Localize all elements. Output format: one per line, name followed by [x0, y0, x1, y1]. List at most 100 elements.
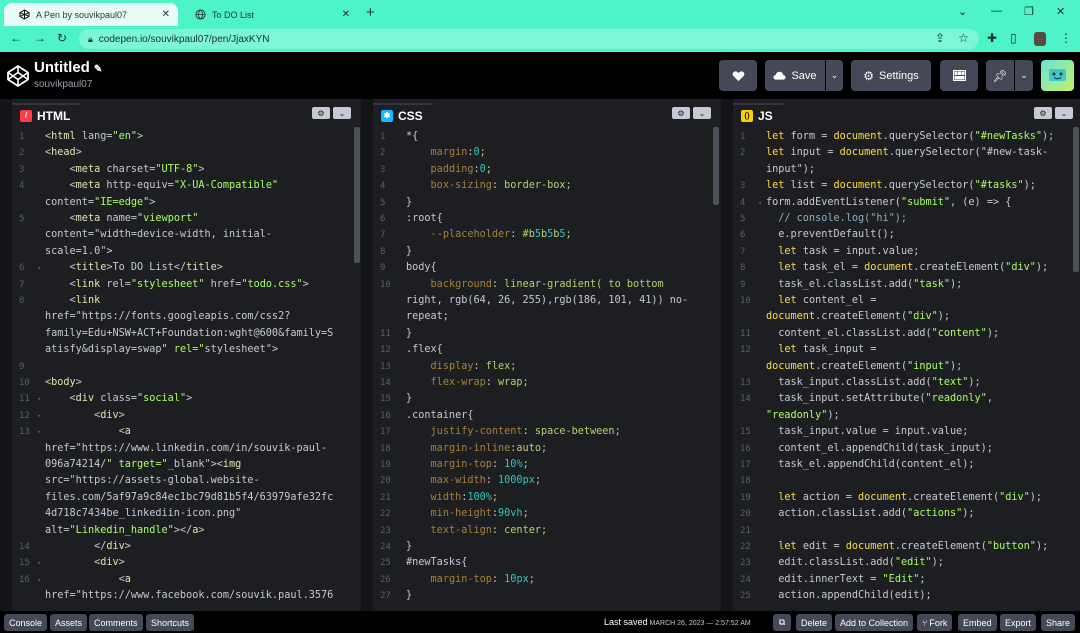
code-line: action.appendChild(edit);: [766, 590, 932, 602]
code-line: <meta http-equiv="X-UA-Compatible": [45, 180, 279, 192]
pane-resizer[interactable]: [721, 99, 733, 611]
edit-pencil-icon[interactable]: ✎: [94, 64, 102, 75]
line-number: 12: [380, 345, 391, 356]
line-number: 4: [19, 181, 25, 192]
save-options-button[interactable]: ⌄: [826, 60, 843, 91]
html-pane-header: / HTML ⚙ ⌄: [12, 99, 361, 126]
css-pane-tab[interactable]: ✱ CSS: [373, 103, 433, 126]
html-code-editor[interactable]: 1 <html lang="en"> 2 <head> 3 <meta charset=…: [12, 126, 361, 611]
code-line: display: flex;: [430, 360, 517, 372]
maximize-icon[interactable]: ❐: [1024, 5, 1034, 18]
close-tab-icon[interactable]: ✕: [162, 9, 170, 20]
code-line: margin-top: 10%;: [430, 459, 529, 470]
forward-icon[interactable]: →: [34, 31, 46, 45]
css-editor-pane: ✱ CSS ⚙ ⌄ 1 *{2 margin:0; 3 padding:0; 4 box…: [373, 99, 721, 611]
line-number: 3: [740, 181, 746, 192]
gear-icon[interactable]: ⚙: [312, 107, 330, 119]
fold-chevron-icon[interactable]: ▾: [37, 555, 41, 571]
export-button[interactable]: Export: [1000, 614, 1037, 631]
url-bar[interactable]: 🔒︎ codepen.io/souvikpaul07/pen/JjaxKYN: [79, 29, 979, 49]
html-scrollbar[interactable]: [354, 127, 360, 263]
pen-title[interactable]: Untitled ✎: [34, 59, 102, 76]
code-line: <html lang="en">: [45, 131, 144, 142]
codepen-logo-icon[interactable]: [6, 64, 30, 88]
bookmark-star-icon[interactable]: ☆: [958, 31, 969, 45]
tab-search-icon[interactable]: ⌄: [958, 5, 967, 18]
code-line: content_el.appendChild(task_input);: [766, 442, 993, 454]
code-line: edit.innerText = "Edit";: [766, 573, 926, 585]
gear-icon: ⚙: [863, 68, 874, 83]
code-line: <head>: [45, 147, 82, 159]
fold-chevron-icon[interactable]: ▾: [37, 572, 41, 588]
line-number: 10: [740, 296, 751, 306]
share-icon[interactable]: ⇪: [935, 31, 945, 45]
tab-codepen[interactable]: A Pen by souvikpaul07 ✕: [4, 3, 178, 26]
comments-button[interactable]: Comments: [89, 614, 143, 631]
add-to-collection-button[interactable]: Add to Collection: [835, 614, 914, 631]
profile-avatar[interactable]: [1034, 32, 1046, 46]
share-button[interactable]: Share: [1041, 614, 1076, 631]
save-button[interactable]: Save: [765, 60, 825, 91]
fold-chevron-icon[interactable]: ▾: [37, 260, 41, 276]
pen-title-text: Untitled: [34, 59, 90, 76]
code-line: }: [406, 541, 413, 552]
line-number: 11: [380, 328, 391, 339]
css-code-editor[interactable]: 1 *{2 margin:0; 3 padding:0; 4 box-sizing: …: [373, 126, 721, 611]
line-number: 6: [740, 230, 746, 241]
delete-button[interactable]: Delete: [796, 614, 833, 631]
line-number: 22: [380, 509, 391, 520]
js-code-editor[interactable]: 1 let form = document.querySelector("#new…: [733, 126, 1080, 611]
pin-options-button[interactable]: ⌄: [1015, 60, 1033, 91]
shortcuts-button[interactable]: Shortcuts: [146, 614, 195, 631]
console-button[interactable]: Console: [4, 614, 48, 631]
heart-button[interactable]: [719, 60, 757, 91]
chevron-down-icon[interactable]: ⌄: [333, 107, 351, 119]
minimize-icon[interactable]: —: [991, 5, 1002, 17]
code-line: max-width: 1000px;: [430, 475, 541, 487]
pen-author[interactable]: souvikpaul07: [34, 79, 92, 90]
pane-resizer[interactable]: [361, 99, 373, 611]
css-scrollbar[interactable]: [713, 127, 719, 205]
line-number: 25: [740, 591, 751, 602]
code-line: <a: [45, 426, 131, 438]
embed-button[interactable]: Embed: [958, 614, 997, 631]
extensions-icon[interactable]: ✚: [987, 31, 997, 45]
gear-icon[interactable]: ⚙: [1034, 107, 1052, 119]
open-external-button[interactable]: ⧉: [773, 614, 791, 631]
code-line: // console.log("hi");: [766, 213, 908, 224]
tab-todo[interactable]: To DO List ✕: [180, 3, 358, 26]
layout-button[interactable]: [940, 60, 978, 91]
pin-button[interactable]: 📌︎: [986, 60, 1014, 91]
close-tab-icon[interactable]: ✕: [342, 9, 350, 20]
line-number: 27: [380, 591, 391, 602]
code-line: 4d718c7434be_linkediin-icon.png": [45, 508, 242, 520]
reload-icon[interactable]: ↻: [57, 31, 67, 45]
line-number: 8: [740, 263, 746, 274]
fork-button[interactable]: ⑂ Fork: [917, 614, 953, 631]
chevron-down-icon[interactable]: ⌄: [693, 107, 711, 119]
layout-icon: [952, 70, 966, 81]
new-tab-icon[interactable]: +: [366, 4, 375, 21]
html-pane-tab[interactable]: / HTML: [12, 103, 81, 126]
fold-chevron-icon[interactable]: ▾: [758, 195, 762, 211]
fold-chevron-icon[interactable]: ▾: [37, 391, 41, 407]
user-avatar[interactable]: [1041, 60, 1074, 91]
line-number: 14: [19, 542, 30, 552]
back-icon[interactable]: ←: [10, 31, 22, 45]
assets-button[interactable]: Assets: [50, 614, 88, 631]
code-line: <div>: [45, 409, 125, 421]
code-line: min-height:90vh;: [430, 508, 529, 520]
js-pane-tab[interactable]: () JS: [733, 103, 783, 126]
code-line: <meta charset="UTF-8">: [45, 163, 205, 175]
js-scrollbar[interactable]: [1073, 127, 1079, 272]
line-number: 13: [380, 361, 391, 372]
chevron-down-icon[interactable]: ⌄: [1055, 107, 1073, 119]
code-line: content="IE=edge">: [45, 196, 156, 208]
menu-icon[interactable]: ⋮: [1060, 31, 1072, 45]
close-window-icon[interactable]: ✕: [1056, 5, 1065, 18]
gear-icon[interactable]: ⚙: [672, 107, 690, 119]
sidebar-icon[interactable]: ▯: [1010, 31, 1017, 45]
fold-chevron-icon[interactable]: ▾: [37, 408, 41, 424]
fold-chevron-icon[interactable]: ▾: [37, 424, 41, 440]
settings-button[interactable]: ⚙ Settings: [851, 60, 931, 91]
